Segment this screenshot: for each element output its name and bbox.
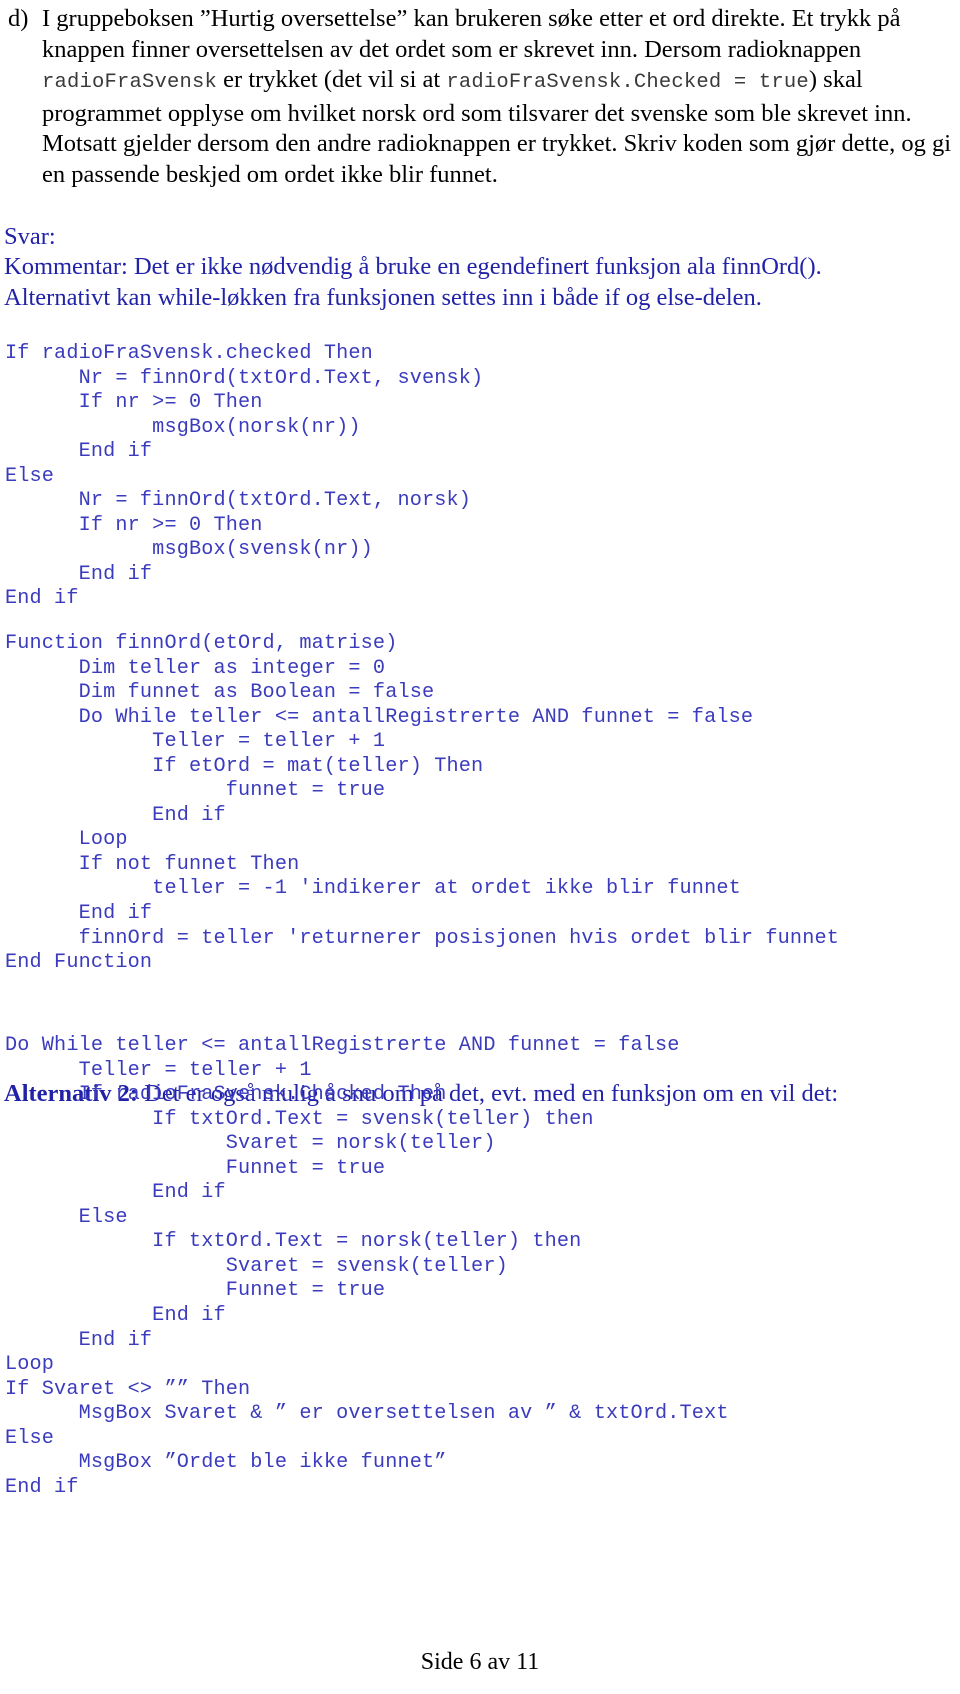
code-block-function: Function finnOrd(etOrd, matrise) Dim tel…: [5, 632, 839, 976]
code-line: If not funnet Then: [5, 852, 300, 876]
code-line: If etOrd = mat(teller) Then: [5, 754, 484, 778]
code-line: End if: [5, 803, 226, 827]
code-line: Svaret = svensk(teller): [5, 1254, 508, 1278]
code-line: Funnet = true: [5, 1156, 386, 1180]
code-line: Do While teller <= antallRegistrerte AND…: [5, 1034, 680, 1057]
code-line: Else: [5, 1205, 128, 1229]
code-block-main: If radioFraSvensk.checked Then Nr = finn…: [5, 342, 483, 612]
code-line: If nr >= 0 Then: [5, 513, 263, 537]
code-line: End if: [5, 1328, 153, 1352]
code-line: Nr = finnOrd(txtOrd.Text, norsk): [5, 489, 472, 513]
code-line: Dim teller as integer = 0: [5, 656, 386, 680]
code-line: Teller = teller + 1: [5, 730, 386, 754]
code-line: MsgBox ”Ordet ble ikke funnet”: [5, 1451, 447, 1475]
code-line: Else: [5, 464, 55, 488]
document-page: d) I gruppeboksen ”Hurtig oversettelse” …: [0, 0, 960, 1694]
code-line: Svaret = norsk(teller): [5, 1132, 496, 1156]
code-line: finnOrd = teller 'returnerer posisjonen …: [5, 926, 839, 950]
answer-line-0: Svar:: [4, 223, 56, 250]
code-line: Function finnOrd(etOrd, matrise): [5, 632, 398, 655]
code-line: Else: [5, 1426, 55, 1450]
code-line: msgBox(norsk(nr)): [5, 415, 361, 439]
code-line: Teller = teller + 1: [5, 1058, 312, 1082]
question-code-span: radioFraSvensk: [42, 71, 218, 95]
code-line: funnet = true: [5, 779, 386, 803]
page-footer: Side 6 av 11: [420, 1649, 540, 1675]
code-block-alternativ-2: Do While teller <= antallRegistrerte AND…: [5, 1034, 729, 1500]
code-line: End if: [5, 1475, 79, 1499]
code-line: If txtOrd.Text = norsk(teller) then: [5, 1230, 582, 1254]
code-line: Funnet = true: [5, 1279, 386, 1303]
code-line: Dim funnet as Boolean = false: [5, 681, 435, 705]
code-line: If radioFraSvensk.Checked Then: [5, 1083, 447, 1107]
code-line: End if: [5, 587, 79, 611]
question-marker: d): [8, 5, 29, 32]
code-line: End if: [5, 440, 153, 464]
code-line: End if: [5, 562, 153, 586]
question-body: I gruppeboksen ”Hurtig oversettelse” kan…: [42, 4, 952, 191]
code-line: MsgBox Svaret & ” er oversettelsen av ” …: [5, 1402, 729, 1426]
code-line: Loop: [5, 1353, 55, 1377]
code-line: End if: [5, 1304, 226, 1328]
question-text-span: I gruppeboksen ”Hurtig oversettelse” kan…: [42, 5, 901, 63]
code-line: Loop: [5, 828, 128, 852]
code-line: End if: [5, 1181, 226, 1205]
code-line: If radioFraSvensk.checked Then: [5, 342, 373, 365]
question-code-span: radioFraSvensk.Checked = true: [446, 71, 809, 95]
code-line: msgBox(svensk(nr)): [5, 538, 373, 562]
answer-line-1: Kommentar: Det er ikke nødvendig å bruke…: [4, 253, 822, 281]
code-line: If txtOrd.Text = svensk(teller) then: [5, 1107, 594, 1131]
answer-line-2: Alternativt kan while-løkken fra funksjo…: [4, 283, 762, 311]
answer-block: Svar: Kommentar: Det er ikke nødvendig å…: [4, 222, 956, 313]
code-line: teller = -1 'indikerer at ordet ikke bli…: [5, 877, 741, 901]
code-line: Nr = finnOrd(txtOrd.Text, svensk): [5, 366, 484, 390]
code-line: End Function: [5, 951, 153, 975]
code-line: End if: [5, 902, 153, 926]
code-line: Do While teller <= antallRegistrerte AND…: [5, 705, 754, 729]
question-paragraph: d) I gruppeboksen ”Hurtig oversettelse” …: [8, 4, 952, 191]
code-line: If Svaret <> ”” Then: [5, 1377, 251, 1401]
code-line: If nr >= 0 Then: [5, 391, 263, 415]
question-text-span: er trykket (det vil si at: [217, 66, 447, 94]
